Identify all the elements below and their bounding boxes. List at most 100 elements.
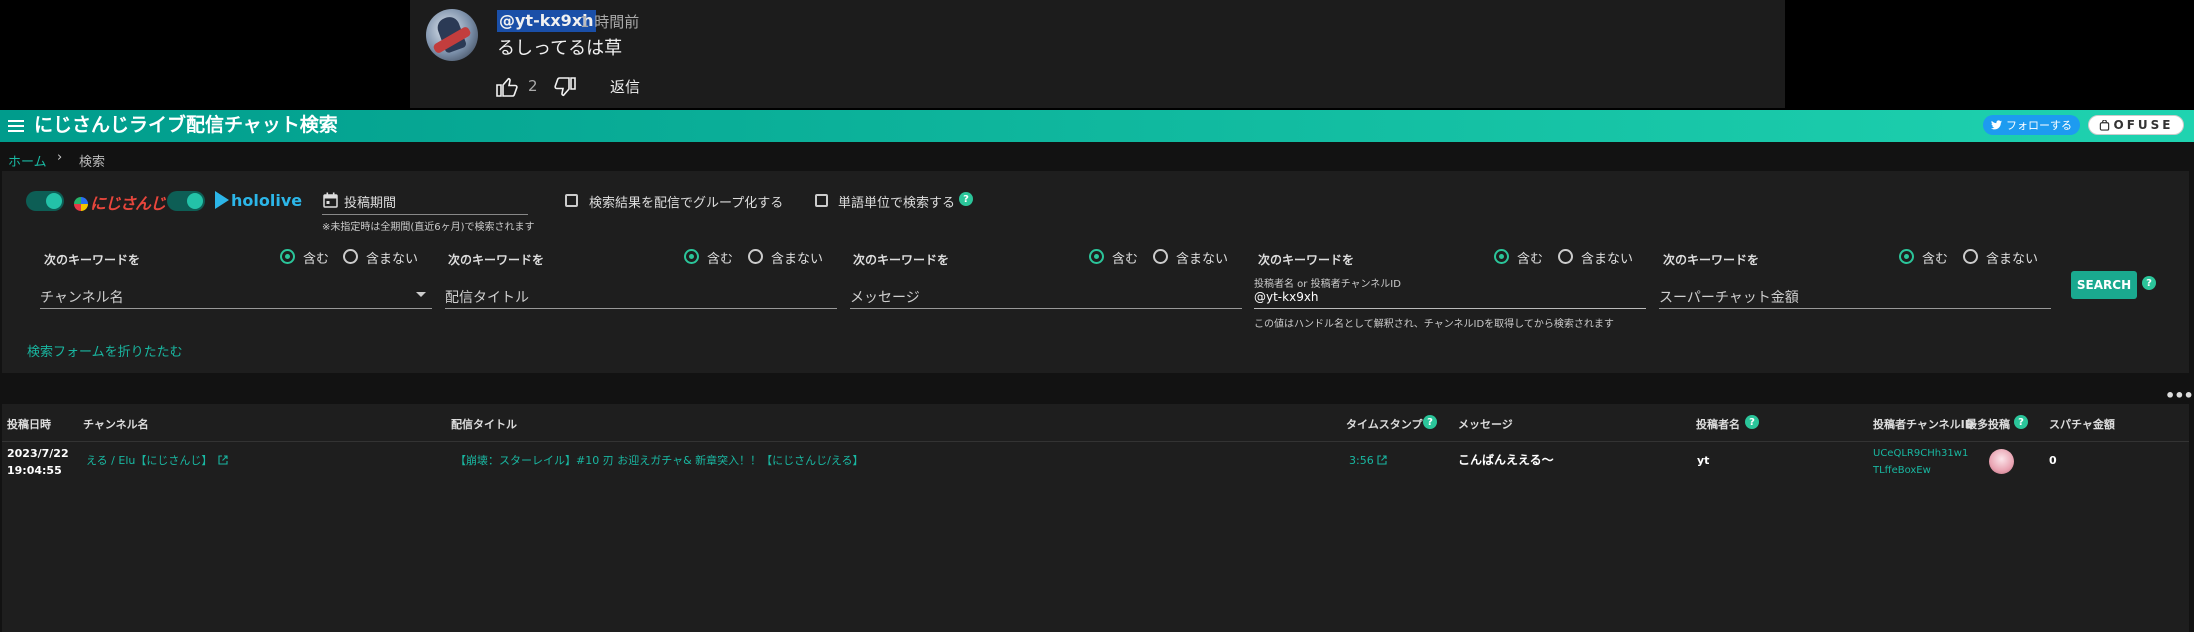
group-by-stream-label[interactable]: 検索結果を配信でグループ化する [589, 192, 783, 211]
header-channel[interactable]: チャンネル名 [83, 416, 149, 432]
latest-post-avatar[interactable] [1989, 449, 2014, 474]
header-timestamp[interactable]: タイムスタンプ [1346, 416, 1422, 432]
exclude-radio[interactable] [343, 249, 358, 264]
hololive-logo: hololive [215, 191, 302, 210]
message-underline [850, 308, 1242, 309]
follow-label: フォローする [2006, 119, 2072, 132]
include-radio[interactable] [1089, 249, 1104, 264]
help-icon[interactable]: ? [2014, 415, 2028, 429]
exclude-label[interactable]: 含まない [366, 248, 418, 267]
exclude-radio[interactable] [1558, 249, 1573, 264]
message-input[interactable]: メッセージ [850, 287, 920, 307]
author-hint: この値はハンドル名として解釈され、チャンネルIDを取得してから検索されます [1254, 319, 1614, 330]
include-radio[interactable] [1494, 249, 1509, 264]
include-label[interactable]: 含む [1112, 248, 1138, 267]
include-radio[interactable] [1899, 249, 1914, 264]
header-superchat[interactable]: スパチャ金額 [2049, 416, 2115, 432]
table-header-divider [2, 441, 2189, 442]
period-field-label[interactable]: 投稿期間 [344, 192, 396, 211]
collapse-form-link[interactable]: 検索フォームを折りたたむ [27, 341, 183, 360]
author-input[interactable]: @yt-kx9xh [1254, 290, 1319, 304]
external-link-icon [1377, 455, 1387, 465]
row-superchat: 0 [2049, 454, 2057, 467]
external-link-icon [218, 455, 228, 465]
like-count: 2 [528, 77, 538, 95]
include-radio[interactable] [684, 249, 699, 264]
author-underline [1254, 308, 1646, 309]
thumbs-down-icon[interactable] [552, 75, 578, 99]
row-time: 19:04:55 [7, 464, 62, 477]
superchat-underline [1659, 308, 2051, 309]
row-author-id-line2[interactable]: TLffeBoxEw [1873, 462, 1931, 479]
exclude-radio[interactable] [1153, 249, 1168, 264]
header-posted-at[interactable]: 投稿日時 [7, 416, 51, 432]
menu-icon[interactable] [8, 119, 24, 133]
ofuse-icon [2099, 119, 2109, 131]
thumbs-up-icon[interactable] [494, 75, 520, 99]
row-channel-link[interactable]: える / Elu【にじさんじ】 [86, 452, 228, 469]
group-by-stream-checkbox[interactable] [565, 194, 578, 207]
row-author: yt [1697, 454, 1710, 467]
channel-name-underline [40, 308, 432, 309]
header-latest-post[interactable]: 最多投稿 [1966, 416, 2010, 432]
keyword-group-label: 次のキーワードを [448, 253, 545, 267]
more-options-icon[interactable]: ••• [2165, 386, 2194, 405]
results-table [2, 404, 2189, 632]
exclude-label[interactable]: 含まない [1986, 248, 2038, 267]
breadcrumb-home[interactable]: ホーム [8, 151, 47, 170]
exclude-radio[interactable] [748, 249, 763, 264]
app-title[interactable]: にじさんじライブ配信チャット検索 [34, 112, 338, 138]
row-title-link[interactable]: 【崩壊：スターレイル】#10 刃 お迎えガチャ& 新章突入！！【にじさんじ/える… [455, 452, 864, 469]
help-icon[interactable]: ? [1745, 415, 1759, 429]
row-author-id-line1[interactable]: UCeQLR9CHh31w1 [1873, 445, 1968, 462]
word-unit-checkbox[interactable] [815, 194, 828, 207]
help-icon[interactable]: ? [959, 192, 973, 206]
search-button[interactable]: SEARCH [2071, 271, 2137, 299]
keyword-group-label: 次のキーワードを [1258, 253, 1355, 267]
header-title[interactable]: 配信タイトル [451, 416, 517, 432]
comment-time[interactable]: 1 時間前 [580, 11, 639, 33]
comment-text: るしってるは草 [497, 38, 623, 59]
hololive-toggle[interactable] [167, 191, 205, 211]
exclude-radio[interactable] [1963, 249, 1978, 264]
include-radio[interactable] [280, 249, 295, 264]
include-label[interactable]: 含む [1922, 248, 1948, 267]
row-message: こんばんええる〜 [1458, 453, 1554, 467]
breadcrumb-separator: › [57, 150, 63, 165]
author-field-label: 投稿者名 or 投稿者チャンネルID [1254, 279, 1401, 290]
header-author-channel-id[interactable]: 投稿者チャンネルID [1873, 416, 1974, 432]
stream-title-underline [445, 308, 837, 309]
keyword-group-label: 次のキーワードを [853, 253, 950, 267]
breadcrumb-current: 検索 [79, 155, 106, 170]
row-date: 2023/7/22 [7, 447, 69, 460]
exclude-label[interactable]: 含まない [1176, 248, 1228, 267]
twitter-bird-icon [1991, 120, 2002, 130]
help-icon[interactable]: ? [2142, 276, 2156, 290]
ofuse-button[interactable]: OFUSE [2088, 115, 2184, 135]
period-hint: ※未指定時は全期間(直近6ヶ月)で検索されます [322, 222, 535, 233]
include-label[interactable]: 含む [303, 248, 329, 267]
keyword-group-label: 次のキーワードを [44, 253, 141, 267]
word-unit-label[interactable]: 単語単位で検索する [838, 192, 955, 211]
reply-button[interactable]: 返信 [610, 76, 640, 97]
header-author[interactable]: 投稿者名 [1696, 416, 1740, 432]
keyword-group-label: 次のキーワードを [1663, 253, 1760, 267]
chevron-down-icon[interactable] [416, 292, 426, 297]
include-label[interactable]: 含む [1517, 248, 1543, 267]
nijisanji-logo: にじさんじ [74, 190, 166, 214]
include-label[interactable]: 含む [707, 248, 733, 267]
calendar-icon[interactable] [323, 192, 338, 208]
header-message[interactable]: メッセージ [1458, 416, 1513, 432]
nijisanji-toggle[interactable] [26, 191, 64, 211]
superchat-amount-input[interactable]: スーパーチャット金額 [1659, 287, 1799, 307]
exclude-label[interactable]: 含まない [771, 248, 823, 267]
ofuse-label: OFUSE [2113, 118, 2174, 132]
row-timestamp-link[interactable]: 3:56 [1349, 452, 1387, 469]
commenter-avatar[interactable] [426, 9, 478, 61]
exclude-label[interactable]: 含まない [1581, 248, 1633, 267]
channel-name-select[interactable]: チャンネル名 [40, 287, 124, 307]
twitter-follow-button[interactable]: フォローする [1983, 115, 2080, 135]
period-field-underline [322, 214, 528, 215]
stream-title-input[interactable]: 配信タイトル [445, 287, 529, 307]
help-icon[interactable]: ? [1423, 415, 1437, 429]
